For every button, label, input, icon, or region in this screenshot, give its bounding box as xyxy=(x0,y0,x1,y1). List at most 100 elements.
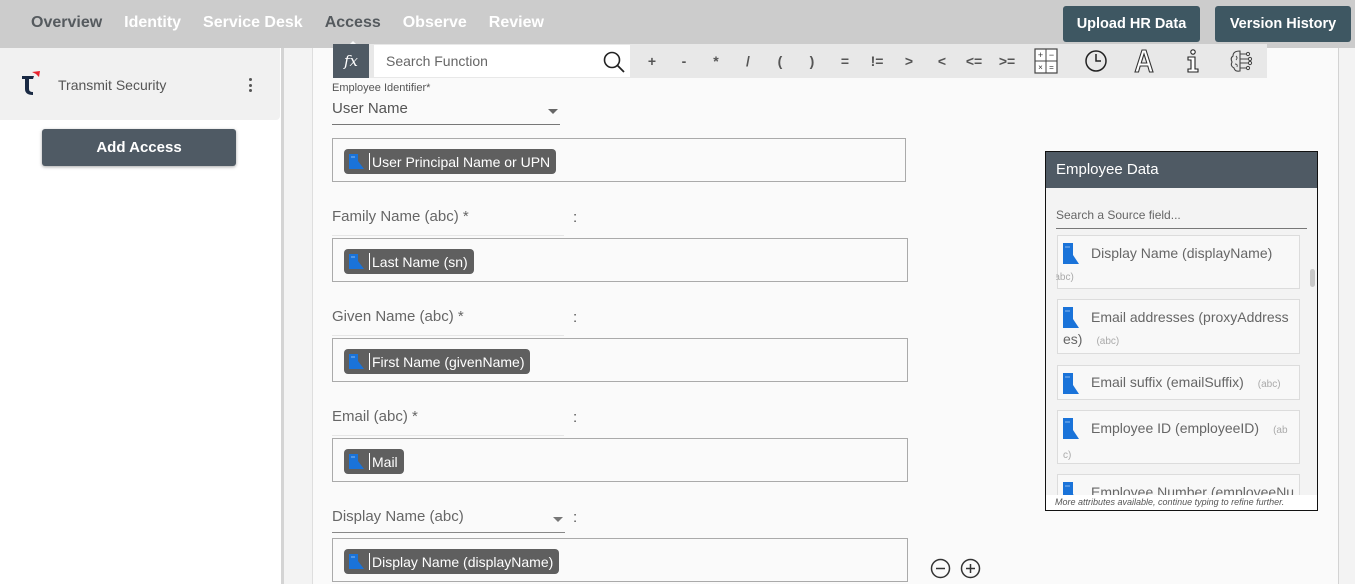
source-field-icon xyxy=(349,553,364,569)
org-card[interactable]: Transmit Security xyxy=(0,48,280,120)
identifier-mapping-box[interactable]: User Principal Name or UPN xyxy=(332,138,906,182)
remove-field-icon[interactable] xyxy=(930,558,951,579)
search-icon[interactable] xyxy=(602,50,626,74)
mapping-chip[interactable]: Display Name (displayName) xyxy=(344,549,560,574)
employee-identifier-select[interactable]: User Name xyxy=(332,99,560,125)
field-colon: : xyxy=(573,209,578,226)
chip-label: Last Name (sn) xyxy=(372,253,468,270)
employee-data-panel: Employee Data Display Name (displayName)… xyxy=(1045,151,1318,511)
mapping-box-family-name[interactable]: Last Name (sn) xyxy=(332,238,908,282)
source-field-item[interactable]: Employee Number (employeeNumber)(abc) xyxy=(1057,474,1300,497)
nav-review[interactable]: Review xyxy=(489,0,544,48)
source-field-type: (abc) xyxy=(1257,379,1281,390)
field-colon: : xyxy=(573,509,578,526)
source-list-scrollbar[interactable] xyxy=(1309,233,1317,497)
org-name: Transmit Security xyxy=(58,77,167,93)
nav-service-desk[interactable]: Service Desk xyxy=(203,0,303,48)
source-field-search-input[interactable] xyxy=(1056,202,1307,229)
function-toolbar: fx + - * / ( ) = != > < <= >= + − × = xyxy=(333,44,1267,78)
transmit-security-logo xyxy=(22,71,40,95)
field-select-value: Display Name (abc) xyxy=(332,508,464,525)
page-scrollbar[interactable] xyxy=(1338,48,1355,584)
source-field-name: Employee ID (employeeID) xyxy=(1091,420,1260,436)
main-nav: Overview Identity Service Desk Access Ob… xyxy=(20,0,555,48)
mapping-box-email[interactable]: Mail xyxy=(332,438,908,482)
nav-access[interactable]: Access xyxy=(325,0,381,48)
operator-equals[interactable]: = xyxy=(835,53,855,69)
operator-close-paren[interactable]: ) xyxy=(802,53,822,69)
nav-identity[interactable]: Identity xyxy=(124,0,181,48)
chip-separator xyxy=(369,253,370,270)
chip-separator xyxy=(369,553,370,570)
mapping-chip[interactable]: Mail xyxy=(344,449,404,474)
mapping-chip[interactable]: User Principal Name or UPN xyxy=(344,149,557,174)
add-access-button[interactable]: Add Access xyxy=(42,129,236,166)
source-field-icon xyxy=(349,453,364,469)
mapping-chip[interactable]: First Name (givenName) xyxy=(344,349,531,374)
operator-plus[interactable]: + xyxy=(642,53,662,69)
content-gutter xyxy=(284,48,313,584)
field-label-family-name: Family Name (abc) * xyxy=(332,208,564,236)
source-field-icon xyxy=(349,353,364,369)
scrollbar-thumb[interactable] xyxy=(1310,269,1315,287)
fx-button[interactable]: fx xyxy=(333,44,369,78)
field-label-email: Email (abc) * xyxy=(332,408,564,436)
source-field-item[interactable]: Display Name (displayName) (abc) xyxy=(1056,235,1300,289)
field-label-given-name: Given Name (abc) * xyxy=(332,308,564,336)
svg-text:−: − xyxy=(1049,50,1054,60)
source-field-icon xyxy=(349,253,364,269)
mapping-box-given-name[interactable]: First Name (givenName) xyxy=(332,338,908,382)
chevron-down-icon xyxy=(548,109,558,114)
more-attributes-note: More attributes available, continue typi… xyxy=(1046,495,1317,510)
employee-identifier-label: Employee Identifier* xyxy=(332,82,431,94)
chevron-down-icon xyxy=(553,517,563,522)
source-field-item[interactable]: Email addresses (proxyAddresses) (abc) xyxy=(1057,299,1300,354)
svg-text:×: × xyxy=(1038,63,1043,72)
source-field-item[interactable]: Employee ID (employeeID) (abc) xyxy=(1057,410,1300,464)
search-function-input[interactable] xyxy=(374,45,630,77)
add-field-icon[interactable] xyxy=(960,558,981,579)
chip-label: First Name (givenName) xyxy=(372,353,525,370)
version-history-button[interactable]: Version History xyxy=(1215,6,1351,42)
source-field-item[interactable]: Email suffix (emailSuffix) (abc) xyxy=(1057,365,1300,400)
upload-hr-data-button[interactable]: Upload HR Data xyxy=(1063,6,1200,42)
source-field-name: Email suffix (emailSuffix) xyxy=(1091,374,1244,390)
chip-label: Display Name (displayName) xyxy=(372,553,554,570)
operator-less-equal[interactable]: <= xyxy=(964,53,984,69)
operator-greater[interactable]: > xyxy=(899,53,919,69)
info-icon[interactable] xyxy=(1180,48,1206,74)
ai-brain-icon[interactable] xyxy=(1228,48,1254,74)
svg-text:+: + xyxy=(1038,50,1043,60)
employee-identifier-value: User Name xyxy=(332,100,408,117)
operator-not-equals[interactable]: != xyxy=(867,53,887,69)
nav-overview[interactable]: Overview xyxy=(31,0,102,48)
clock-icon[interactable] xyxy=(1083,48,1109,74)
field-select-display-name[interactable]: Display Name (abc) xyxy=(332,507,565,533)
calculator-icon[interactable]: + − × = xyxy=(1033,48,1059,74)
top-nav-bar: Overview Identity Service Desk Access Ob… xyxy=(0,0,1355,48)
nav-observe[interactable]: Observe xyxy=(403,0,467,48)
operator-multiply[interactable]: * xyxy=(706,53,726,69)
sidebar: Transmit Security Add Access xyxy=(0,48,282,584)
chip-separator xyxy=(369,153,370,170)
field-colon: : xyxy=(573,409,578,426)
mapping-chip[interactable]: Last Name (sn) xyxy=(344,249,474,274)
operator-open-paren[interactable]: ( xyxy=(770,53,790,69)
svg-text:=: = xyxy=(1049,63,1054,72)
operator-greater-equal[interactable]: >= xyxy=(997,53,1017,69)
chip-label: Mail xyxy=(372,453,398,470)
field-colon: : xyxy=(573,309,578,326)
chip-separator xyxy=(369,453,370,470)
chip-label: User Principal Name or UPN xyxy=(372,153,551,170)
source-field-list: Display Name (displayName) (abc) Email ad… xyxy=(1056,233,1301,497)
operator-less[interactable]: < xyxy=(932,53,952,69)
employee-data-title: Employee Data xyxy=(1046,152,1317,188)
source-field-icon xyxy=(349,153,364,169)
operator-minus[interactable]: - xyxy=(674,53,694,69)
mapping-box-display-name[interactable]: Display Name (displayName) xyxy=(332,538,908,582)
chip-separator xyxy=(369,353,370,370)
text-icon[interactable] xyxy=(1131,48,1157,74)
operator-divide[interactable]: / xyxy=(738,53,758,69)
more-options-icon[interactable] xyxy=(246,78,254,94)
source-field-type: (abc) xyxy=(1056,272,1074,283)
